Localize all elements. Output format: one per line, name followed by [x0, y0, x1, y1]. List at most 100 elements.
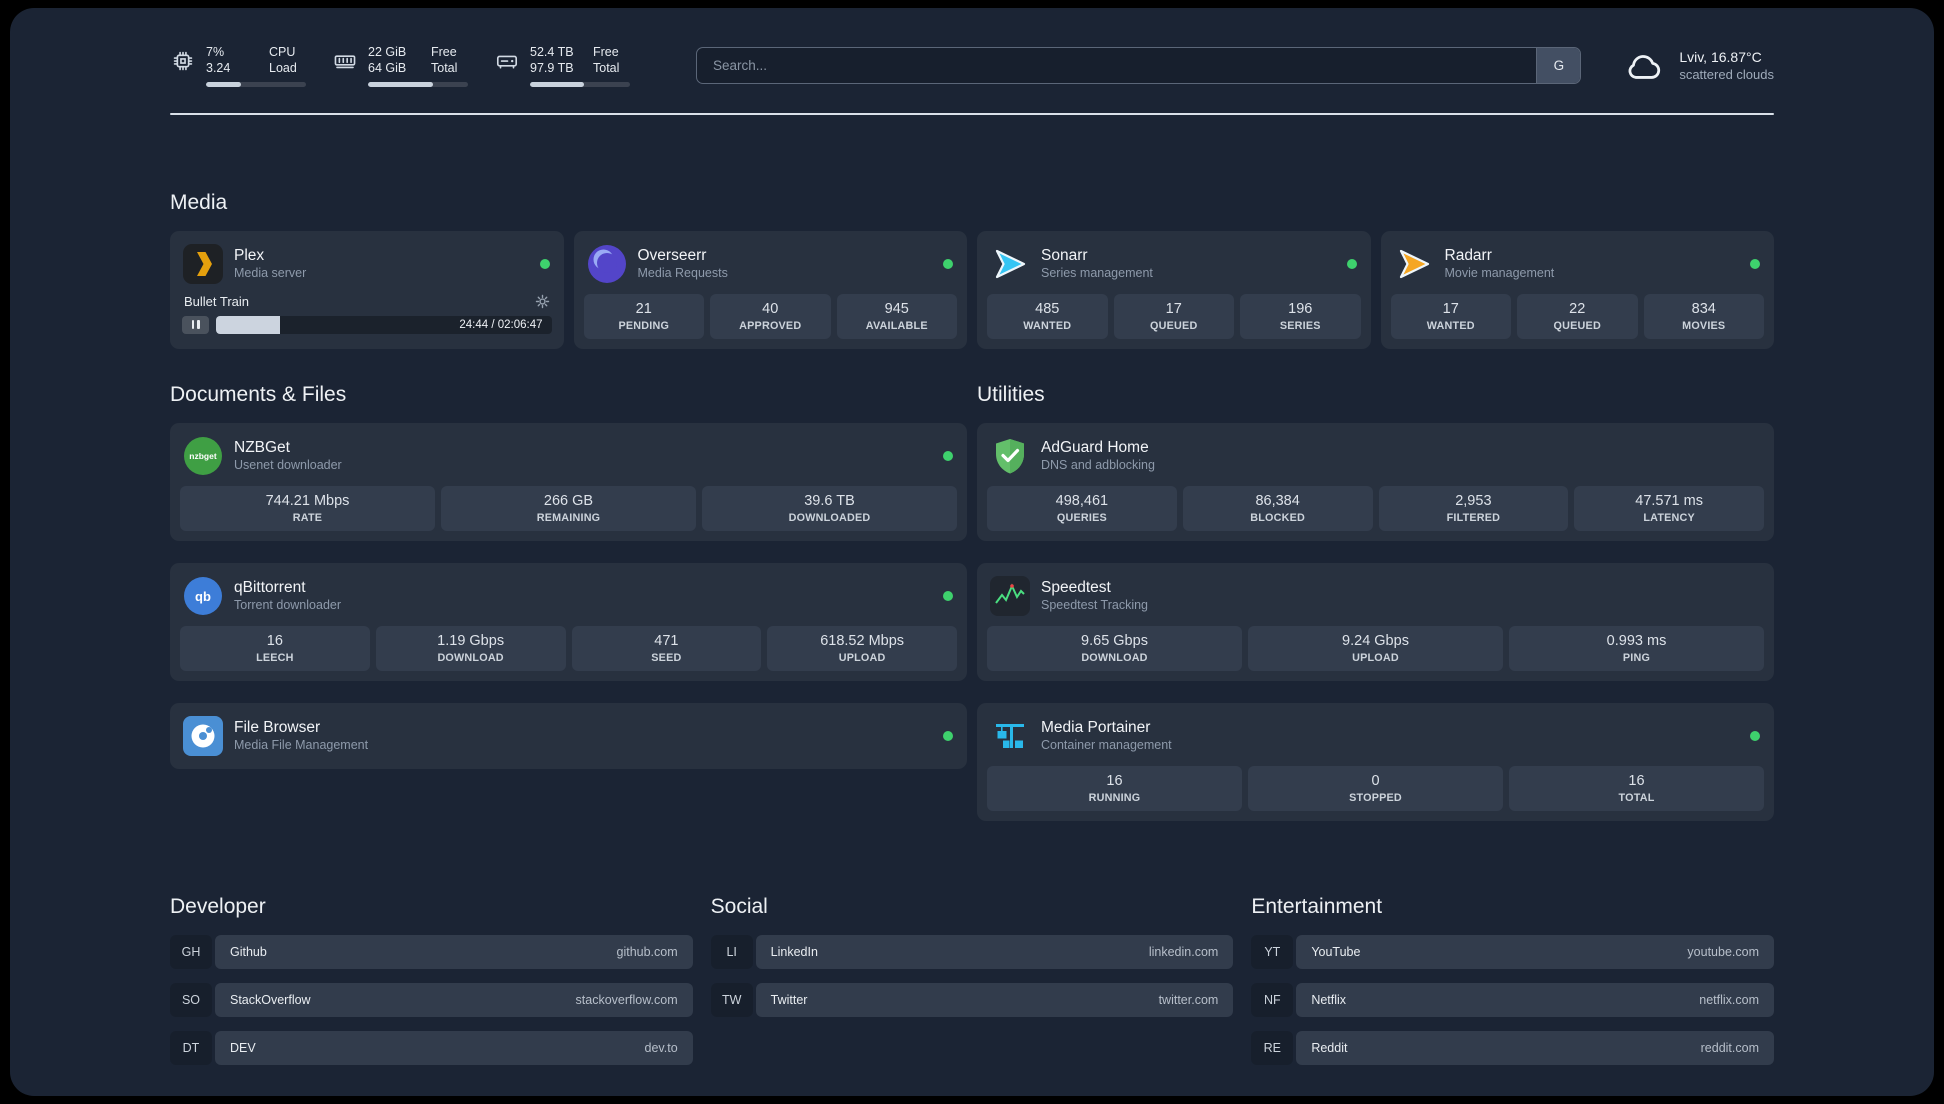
pause-button[interactable] — [182, 315, 209, 334]
stat-value: 16 — [1106, 772, 1123, 789]
stat-label: LATENCY — [1643, 511, 1695, 524]
stat-box: 498,461 QUERIES — [987, 485, 1177, 531]
memory-free-value: 22 GiB — [368, 45, 407, 59]
service-description: Torrent downloader — [234, 598, 342, 612]
status-dot — [1346, 258, 1357, 269]
bookmark-group-developer: Developer GH Github github.com SO StackOv… — [170, 895, 693, 1065]
bookmark-abbr: LI — [710, 934, 753, 969]
bookmark-name: StackOverflow — [230, 992, 311, 1007]
service-link-adguard[interactable]: AdGuard Home DNS and adblocking — [987, 433, 1764, 486]
bookmark-stackoverflow[interactable]: SO StackOverflow stackoverflow.com — [170, 982, 693, 1017]
stat-box: 22 QUEUED — [1517, 293, 1638, 339]
service-description: Media server — [234, 266, 307, 280]
bookmark-dev[interactable]: DT DEV dev.to — [170, 1030, 693, 1065]
bookmark-abbr: GH — [170, 934, 212, 969]
bookmark-name: DEV — [230, 1040, 256, 1055]
stat-value: 485 — [1035, 300, 1060, 317]
stat-value: 9.24 Gbps — [1342, 632, 1409, 649]
stat-box: 16 RUNNING — [987, 765, 1242, 811]
stat-value: 39.6 TB — [804, 492, 855, 509]
stat-box: 0.993 ms PING — [1509, 625, 1764, 671]
stat-label: WANTED — [1426, 319, 1475, 332]
section-utilities: Utilities AdGuard Home DNS and adblockin… — [977, 383, 1774, 821]
stat-label: BLOCKED — [1250, 511, 1306, 524]
service-link-nzbget[interactable]: nzbget NZBGet Usenet downloader — [180, 433, 957, 486]
section-documents: Documents & Files nzbget NZBGet Usenet d… — [170, 383, 967, 821]
stat-box: 2,953 FILTERED — [1378, 485, 1569, 531]
status-dot — [943, 730, 953, 741]
card-plex: Plex Media server Bullet Train 24:44 / 0… — [170, 230, 564, 349]
stat-value: 17 — [1165, 300, 1182, 317]
stat-box: 0 STOPPED — [1248, 765, 1503, 811]
stat-value: 266 GB — [543, 492, 594, 509]
stat-box: 945 AVAILABLE — [836, 293, 957, 339]
bookmark-netflix[interactable]: NF Netflix netflix.com — [1251, 982, 1774, 1017]
bookmark-url: netflix.com — [1699, 992, 1759, 1007]
adguard-icon — [996, 438, 1024, 473]
service-link-radarr[interactable]: Radarr Movie management — [1391, 241, 1765, 294]
stat-value: 945 — [884, 300, 909, 317]
stat-label: STOPPED — [1349, 791, 1402, 804]
stat-box: 40 APPROVED — [710, 293, 831, 339]
status-dot — [539, 258, 550, 269]
bookmark-linkedin[interactable]: LI LinkedIn linkedin.com — [710, 934, 1234, 969]
stat-value: 16 — [266, 632, 283, 649]
bookmark-url: reddit.com — [1700, 1040, 1759, 1055]
stat-label: RUNNING — [1088, 791, 1141, 804]
card-qbittorrent: qb qBittorrent Torrent downloader 16 LEEC… — [170, 562, 967, 681]
stat-value: 0.993 ms — [1606, 632, 1667, 649]
card-nzbget: nzbget NZBGet Usenet downloader 744.21 M… — [170, 422, 967, 541]
stat-value: 498,461 — [1055, 492, 1109, 509]
filebrowser-icon — [183, 715, 223, 756]
stat-label: DOWNLOAD — [437, 651, 504, 664]
stat-label: QUEUED — [1150, 319, 1198, 332]
status-dot — [1750, 258, 1760, 269]
cpu-usage-value: 7% — [206, 45, 225, 59]
header-divider — [170, 112, 1774, 115]
bookmark-name: Reddit — [1311, 1040, 1348, 1055]
memory-total-label: Total — [431, 61, 458, 76]
cloud-icon — [1628, 55, 1661, 80]
cpu-load-label: Load — [269, 61, 297, 76]
bookmark-reddit[interactable]: RE Reddit reddit.com — [1251, 1030, 1774, 1065]
portainer-icon — [996, 723, 1024, 748]
stat-box: 471 SEED — [571, 625, 762, 671]
service-name: AdGuard Home — [1041, 439, 1149, 456]
service-name: File Browser — [234, 719, 321, 736]
bookmark-twitter[interactable]: TW Twitter twitter.com — [710, 982, 1234, 1017]
stat-label: MOVIES — [1682, 319, 1726, 332]
service-link-portainer[interactable]: Media Portainer Container management — [987, 713, 1764, 766]
stat-value: 21 — [635, 300, 652, 317]
gear-icon — [535, 294, 549, 308]
service-link-plex[interactable]: Plex Media server — [180, 241, 554, 294]
stat-value: 196 — [1288, 300, 1313, 317]
service-link-qbittorrent[interactable]: qb qBittorrent Torrent downloader — [180, 573, 957, 626]
pause-icon — [191, 320, 194, 329]
service-description: Media Requests — [637, 266, 728, 280]
status-dot — [943, 450, 953, 461]
service-link-overseerr[interactable]: Overseerr Media Requests — [584, 241, 958, 294]
disk-icon — [496, 55, 518, 69]
stat-value: 22 — [1569, 300, 1586, 317]
stat-box: 17 QUEUED — [1113, 293, 1234, 339]
stat-value: 47.571 ms — [1635, 492, 1703, 509]
stat-box: 618.52 Mbps UPLOAD — [767, 625, 957, 671]
stat-value: 834 — [1691, 300, 1716, 317]
bookmark-name: YouTube — [1311, 944, 1361, 959]
stat-label: AVAILABLE — [865, 319, 928, 332]
stat-label: TOTAL — [1618, 791, 1655, 804]
service-link-filebrowser[interactable]: File Browser Media File Management — [180, 713, 957, 759]
bookmark-github[interactable]: GH Github github.com — [170, 934, 693, 969]
service-description: Movie management — [1444, 266, 1555, 280]
search-provider-button[interactable]: G — [1536, 47, 1581, 83]
widget-settings-button[interactable] — [535, 294, 550, 309]
service-link-speedtest[interactable]: Speedtest Speedtest Tracking — [987, 573, 1764, 626]
search-input[interactable] — [696, 46, 1582, 84]
bookmark-youtube[interactable]: YT YouTube youtube.com — [1251, 934, 1774, 969]
weather-widget: Lviv, 16.87°C scattered clouds — [1621, 46, 1774, 84]
plex-icon — [183, 243, 223, 284]
now-playing-title: Bullet Train — [184, 293, 250, 309]
bookmark-group-title: Developer — [170, 894, 266, 918]
service-link-sonarr[interactable]: Sonarr Series management — [987, 241, 1361, 294]
status-dot — [943, 258, 953, 269]
